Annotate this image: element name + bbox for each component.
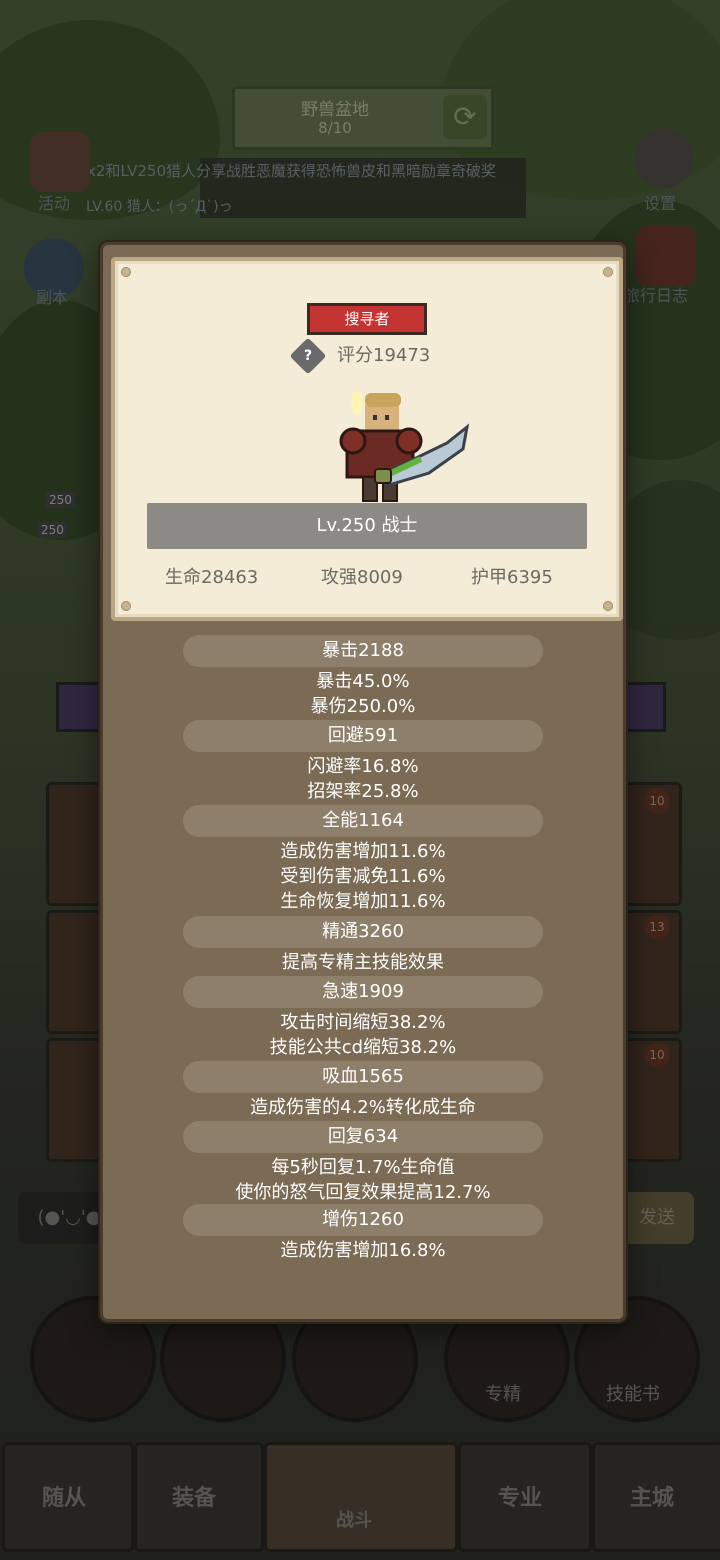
card-nail [603, 601, 613, 611]
section-line: 造成伤害增加16.8% [280, 1240, 446, 1261]
section-line: 暴伤250.0% [310, 696, 416, 717]
help-icon-glyph: ? [303, 348, 313, 364]
stat-attack-power: 攻强8009 [321, 567, 403, 588]
section-regeneration: 回复634 [183, 1121, 543, 1153]
section-line: 招架率25.8% [307, 781, 419, 802]
card-nail [121, 601, 131, 611]
section-line: 暴击45.0% [316, 671, 410, 692]
card-nail [121, 267, 131, 277]
character-card: 搜寻者 ? 评分19473 Lv.250 战士 生命28463 攻强8009 护… [111, 257, 623, 621]
stat-health: 生命28463 [165, 567, 259, 588]
section-line: 造成伤害增加11.6% [280, 841, 446, 862]
section-line: 生命恢复增加11.6% [280, 891, 446, 912]
section-critical: 暴击2188 [183, 635, 543, 667]
section-line: 闪避率16.8% [307, 756, 419, 777]
warrior-character-sprite [339, 391, 470, 502]
section-mastery: 精通3260 [183, 916, 543, 948]
stat-armor: 护甲6395 [471, 567, 553, 588]
score-label: 评分19473 [337, 345, 431, 366]
role-tag: 搜寻者 [307, 303, 427, 335]
section-line: 提高专精主技能效果 [282, 952, 444, 973]
section-leech: 吸血1565 [183, 1061, 543, 1093]
section-line: 使你的怒气回复效果提高12.7% [235, 1182, 491, 1203]
section-line: 每5秒回复1.7%生命值 [271, 1157, 455, 1178]
section-damage-bonus: 增伤1260 [183, 1204, 543, 1236]
section-avoidance: 回避591 [183, 720, 543, 752]
card-nail [603, 267, 613, 277]
section-line: 受到伤害减免11.6% [280, 866, 446, 887]
section-line: 技能公共cd缩短38.2% [269, 1037, 457, 1058]
section-versatility: 全能1164 [183, 805, 543, 837]
level-class-bar: Lv.250 战士 [147, 503, 587, 549]
section-haste: 急速1909 [183, 976, 543, 1008]
character-stats-popup: 搜寻者 ? 评分19473 Lv.250 战士 生命28463 攻强8009 护… [100, 242, 626, 1322]
section-line: 攻击时间缩短38.2% [280, 1012, 446, 1033]
section-line: 造成伤害的4.2%转化成生命 [250, 1097, 476, 1118]
